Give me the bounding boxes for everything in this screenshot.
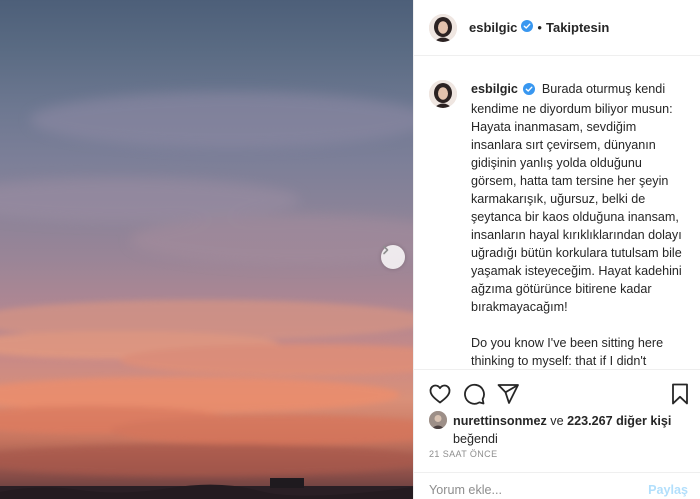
profile-photo-icon [429,13,457,42]
caption-username[interactable]: esbilgic [471,82,518,96]
post-author-username[interactable]: esbilgic [469,20,517,35]
comment-input[interactable] [429,483,649,497]
post-photo [0,0,413,499]
caption-avatar[interactable] [429,80,457,108]
liker-username[interactable]: nurettinsonmez [453,414,547,428]
bookmark-icon [672,383,688,405]
caption-comment: esbilgic Burada oturmuş kendi kendime ne… [429,80,687,368]
comment-button[interactable] [462,382,486,406]
next-photo-button[interactable] [381,245,405,269]
like-button[interactable] [428,382,452,406]
likes-verb: beğendi [453,432,498,446]
action-bar [414,369,700,413]
chevron-right-icon [383,245,389,255]
post-details-panel: esbilgic • Takiptesin esbilgic Burada ot… [413,0,700,499]
comment-form: Paylaş [414,472,700,499]
caption-text: esbilgic Burada oturmuş kendi kendime ne… [471,80,687,368]
verified-badge-icon [523,82,536,100]
post-timestamp[interactable]: 21 SAAT ÖNCE [429,449,498,459]
heart-icon [429,384,451,404]
share-button[interactable] [496,382,520,406]
follow-status-button[interactable]: Takiptesin [546,20,609,35]
paper-plane-icon [497,384,519,404]
likes-connector: ve [550,414,564,428]
avatar[interactable] [429,13,457,42]
liker-avatar[interactable] [429,411,447,429]
post-header: esbilgic • Takiptesin [414,0,700,56]
likes-others-count[interactable]: 223.267 diğer kişi [567,414,671,428]
profile-photo-icon [429,80,457,108]
save-button[interactable] [668,382,692,406]
verified-badge-icon [521,19,534,37]
profile-photo-icon [429,411,447,429]
post-comment-button[interactable]: Paylaş [648,483,688,497]
sunset-sky-image [0,92,413,499]
caption-area: esbilgic Burada oturmuş kendi kendime ne… [414,57,700,368]
caption-paragraph-english: Do you know I've been sitting here think… [471,336,664,368]
caption-paragraph-turkish: Burada oturmuş kendi kendime ne diyordum… [471,82,682,314]
likes-summary: nurettinsonmez ve 223.267 diğer kişi beğ… [429,411,694,448]
comment-bubble-icon [464,383,485,405]
separator-dot: • [537,20,542,35]
